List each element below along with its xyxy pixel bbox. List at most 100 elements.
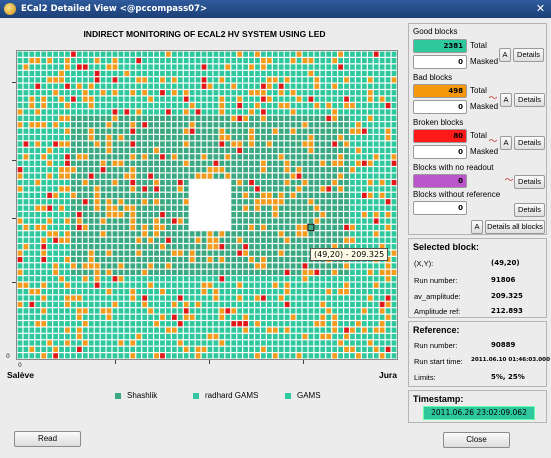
heatmap-cell — [94, 167, 100, 173]
heatmap-cell — [124, 282, 130, 288]
selected-amplitude-value: 209.325 — [491, 292, 523, 300]
broken-a-button[interactable]: A — [500, 136, 512, 150]
heatmap-cell — [237, 199, 243, 205]
heatmap-cell — [225, 282, 231, 288]
heatmap-cell — [201, 160, 207, 166]
heatmap-cell — [53, 141, 58, 147]
heatmap-cell — [118, 102, 124, 109]
heatmap-cell — [124, 186, 130, 192]
bad-a-button[interactable]: A — [500, 93, 512, 107]
heatmap-cell — [332, 115, 338, 121]
heatmap-cell — [94, 237, 100, 243]
heatmap-cell — [130, 186, 136, 192]
heatmap-cell — [379, 308, 385, 314]
heatmap-cell — [166, 250, 171, 256]
heatmap-cell — [130, 102, 136, 109]
broken-details-button[interactable]: Details — [514, 136, 545, 150]
heatmap-cell — [361, 282, 367, 288]
heatmap-cell — [284, 295, 290, 301]
heatmap-cell — [41, 308, 47, 314]
heatmap-cell — [314, 282, 320, 288]
heatmap-cell — [338, 327, 343, 333]
details-all-blocks-button[interactable]: Details all blocks — [485, 220, 545, 234]
heatmap-cell — [379, 115, 385, 121]
close-button[interactable]: Close — [443, 432, 510, 448]
no-reference-details-button[interactable]: Details — [514, 203, 545, 217]
heatmap-svg[interactable] — [17, 51, 397, 359]
broken-masked-field: 0 — [413, 145, 467, 159]
heatmap-cell — [183, 289, 189, 295]
heatmap-cell — [385, 64, 391, 70]
heatmap-cell — [53, 173, 58, 179]
heatmap-cell — [53, 77, 58, 83]
heatmap-cell — [112, 135, 118, 141]
heatmap-cell — [35, 346, 41, 352]
heatmap-cell — [53, 231, 58, 237]
heatmap-cell — [106, 289, 112, 295]
heatmap-cell — [367, 122, 373, 128]
heatmap-cell — [391, 77, 397, 83]
heatmap-cell — [296, 224, 302, 231]
heatmap-cell — [82, 314, 88, 320]
heatmap-cell — [373, 301, 379, 308]
heatmap-cell — [320, 77, 326, 83]
heatmap-cell — [112, 109, 118, 115]
heatmap-cell — [177, 135, 183, 141]
heatmap-cell — [302, 141, 308, 147]
heatmap-plot[interactable] — [16, 50, 398, 360]
heatmap-cell — [320, 333, 326, 340]
heatmap-cell — [225, 353, 231, 359]
heatmap-cell — [338, 51, 343, 57]
heatmap-cell — [183, 276, 189, 282]
heatmap-cell — [166, 83, 171, 89]
heatmap-cell — [308, 77, 314, 83]
heatmap-cell — [41, 122, 47, 128]
heatmap-cell — [106, 199, 112, 205]
heatmap-cell — [100, 244, 106, 250]
heatmap-cell — [213, 276, 219, 282]
heatmap-cell — [379, 167, 385, 173]
heatmap-cell — [118, 301, 124, 308]
heatmap-cell — [112, 256, 118, 263]
heatmap-cell — [385, 212, 391, 218]
heatmap-cell — [23, 263, 29, 269]
heatmap-cell — [59, 154, 64, 160]
heatmap-cell — [23, 244, 29, 250]
heatmap-cell — [243, 179, 248, 186]
heatmap-cell — [23, 308, 29, 314]
good-a-button[interactable]: A — [499, 48, 511, 62]
heatmap-cell — [255, 135, 260, 141]
all-a-button[interactable]: A — [471, 220, 483, 234]
heatmap-cell — [142, 70, 148, 77]
heatmap-cell — [71, 147, 76, 154]
heatmap-cell — [47, 263, 53, 269]
heatmap-cell — [124, 314, 130, 320]
heatmap-cell — [278, 289, 284, 295]
heatmap-cell — [136, 295, 142, 301]
heatmap-cell — [338, 301, 343, 308]
heatmap-cell — [76, 314, 82, 320]
read-button[interactable]: Read — [14, 431, 81, 447]
heatmap-cell — [391, 102, 397, 109]
heatmap-cell — [154, 167, 159, 173]
heatmap-cell — [284, 192, 290, 198]
heatmap-cell — [76, 333, 82, 340]
heatmap-cell — [82, 102, 88, 109]
good-details-button[interactable]: Details — [513, 48, 544, 62]
heatmap-cell — [124, 77, 130, 83]
bad-details-button[interactable]: Details — [514, 93, 545, 107]
heatmap-cell — [361, 96, 367, 102]
heatmap-cell — [142, 295, 148, 301]
no-readout-details-button[interactable]: Details — [514, 175, 545, 189]
heatmap-cell — [189, 128, 195, 134]
heatmap-cell — [296, 212, 302, 218]
heatmap-cell — [219, 346, 225, 352]
heatmap-cell — [296, 102, 302, 109]
heatmap-cell — [284, 64, 290, 70]
close-window-icon[interactable]: ✕ — [534, 2, 547, 15]
heatmap-cell — [76, 173, 82, 179]
heatmap-cell — [379, 179, 385, 186]
heatmap-cell — [76, 346, 82, 352]
heatmap-cell — [201, 51, 207, 57]
heatmap-cell — [65, 289, 70, 295]
